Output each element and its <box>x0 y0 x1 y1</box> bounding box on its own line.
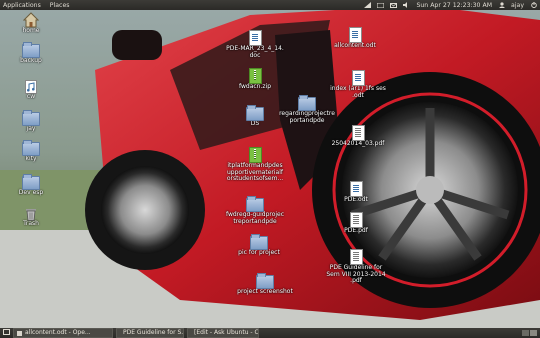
workspace-switcher[interactable] <box>522 330 537 336</box>
top-panel: Applications Places Sun Apr 27 12:23:30 … <box>0 0 540 10</box>
folder-icon <box>250 234 268 250</box>
system-tray: Sun Apr 27 12:23:30 AM ajay <box>364 0 537 10</box>
folder-icon <box>22 140 40 156</box>
desktop-icon-index-odt[interactable]: index (ar1) 1fs ses .odt <box>328 70 388 99</box>
show-desktop-icon[interactable] <box>3 329 10 337</box>
desktop-icon-fwdacn-zip[interactable]: fwdacn.zip <box>225 68 285 91</box>
archive-zip-icon <box>248 147 262 163</box>
folder-icon <box>22 42 40 58</box>
desktop-icon-cw[interactable]: cw <box>1 80 61 101</box>
writer-window-icon <box>17 330 22 336</box>
document-writer-icon <box>248 30 262 46</box>
volume-icon[interactable] <box>403 2 410 8</box>
folder-icon <box>22 174 40 190</box>
desktop-icon-pde-guideline-pdf[interactable]: PDE Guideline for Sem VIII 2013-2014 .pd… <box>326 249 386 285</box>
desktop-icon-kity[interactable]: kity <box>1 140 61 163</box>
desktop-icon-pic-for-project[interactable]: pic for project <box>229 234 289 257</box>
taskbar-item[interactable]: [Edit - Ask Ubuntu - C... <box>187 328 259 338</box>
desktop-icon-trash[interactable]: Trash <box>1 207 61 228</box>
user-name[interactable]: ajay <box>511 2 524 9</box>
pdf-document-icon <box>349 212 363 228</box>
network-icon[interactable] <box>364 2 372 8</box>
desktop-icon-home[interactable]: home <box>1 12 61 35</box>
desktop-icon-allcontent-odt[interactable]: allcontent.odt <box>325 27 385 50</box>
pdf-document-icon <box>351 125 365 141</box>
desktop-icon-project-screenshot[interactable]: project screenshot <box>235 273 295 296</box>
folder-icon <box>246 105 264 121</box>
document-writer-icon <box>348 27 362 43</box>
clock[interactable]: Sun Apr 27 12:23:30 AM <box>416 2 492 9</box>
desktop-icon-fwdregd-folder[interactable]: fwdregd-guidprojec treportandpde <box>225 196 285 225</box>
keyboard-icon[interactable] <box>377 2 385 8</box>
document-writer-icon <box>349 181 363 197</box>
desktop-icon-25042014-pdf[interactable]: 25042014_03.pdf <box>328 125 388 148</box>
applications-menu[interactable]: Applications <box>3 2 41 9</box>
document-writer-icon <box>351 70 365 86</box>
pdf-document-icon <box>349 249 363 265</box>
home-icon <box>23 12 39 28</box>
taskbar-item[interactable]: PDE Guideline for S... <box>116 328 184 338</box>
audio-file-icon <box>25 80 37 94</box>
desktop-icon-pde-odt[interactable]: PDE.odt <box>326 181 386 204</box>
desktop-icon-itplatform-zip[interactable]: itplatformandpdes upportivematerialf ors… <box>225 147 285 183</box>
bottom-panel: allcontent.odt - Ope... PDE Guideline fo… <box>0 328 540 338</box>
places-menu[interactable]: Places <box>50 2 70 9</box>
folder-icon <box>246 196 264 212</box>
archive-zip-icon <box>248 68 262 84</box>
trash-icon <box>25 207 37 221</box>
desktop-icon-jay[interactable]: jay <box>1 110 61 133</box>
desktop-icon-pde-pdf[interactable]: PDE.pdf <box>326 212 386 235</box>
folder-icon <box>22 110 40 126</box>
folder-icon <box>256 273 274 289</box>
taskbar-item[interactable]: allcontent.odt - Ope... <box>13 328 113 338</box>
user-icon[interactable] <box>498 2 505 8</box>
power-icon[interactable] <box>530 2 537 8</box>
desktop-icon-regarding-folder[interactable]: regardingprojectre portandpde <box>277 95 337 124</box>
mail-icon[interactable] <box>390 2 398 8</box>
folder-icon <box>298 95 316 111</box>
desktop-icon-backup[interactable]: backup <box>1 42 61 65</box>
desktop-icon-pde-mar-doc[interactable]: PDE-MAR_23_4_14. doc <box>225 30 285 59</box>
desktop-icon-dev-esp[interactable]: Dev esp <box>1 174 61 197</box>
desktop-icon-ds[interactable]: DS <box>225 105 285 128</box>
